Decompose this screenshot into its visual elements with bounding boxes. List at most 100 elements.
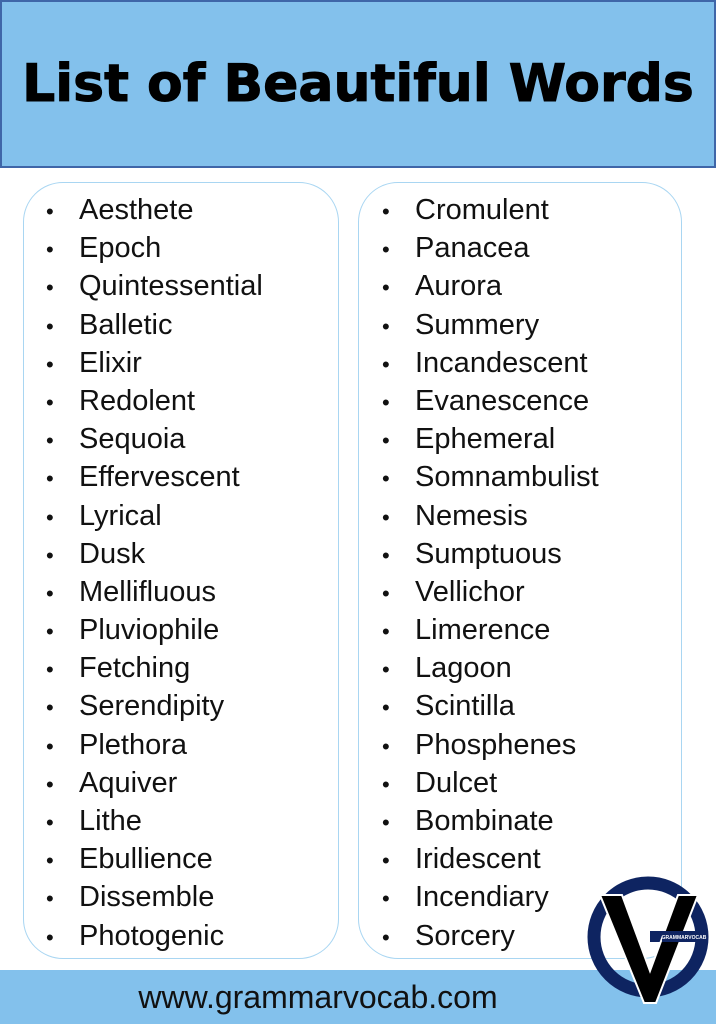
word: Fetching: [79, 652, 191, 685]
list-item: • Dulcet: [382, 764, 599, 802]
bullet-icon: •: [46, 542, 54, 568]
page-title: List of Beautiful Words: [22, 54, 695, 115]
bullet-icon: •: [46, 848, 54, 874]
word: Dulcet: [415, 766, 498, 799]
bullet-icon: •: [46, 275, 54, 301]
word: Vellichor: [415, 575, 525, 608]
word: Dusk: [79, 537, 146, 570]
bullet-icon: •: [382, 313, 390, 339]
word: Plethora: [79, 728, 188, 761]
word-list-left: • Aesthete • Epoch • Quintessential • Balletic •…: [23, 182, 339, 959]
list-item: • Cromulent: [382, 191, 599, 229]
bullet-icon: •: [382, 389, 390, 415]
list-item: • Limerence: [382, 611, 599, 649]
list-item: • Serendipity: [46, 687, 263, 725]
bullet-icon: •: [382, 351, 390, 377]
bullet-icon: •: [382, 237, 390, 263]
word: Serendipity: [79, 690, 225, 723]
word: Effervescent: [79, 461, 240, 494]
bullet-icon: •: [382, 542, 390, 568]
word: Lithe: [79, 805, 142, 837]
word: Summery: [415, 308, 540, 341]
bullet-icon: •: [46, 504, 54, 530]
bullet-icon: •: [46, 886, 54, 912]
word: Incendiary: [415, 881, 549, 914]
list-item: • Somnambulist: [382, 458, 599, 496]
word-list-right: • Cromulent • Panacea • Aurora • Summery • Incand…: [358, 182, 682, 959]
word: Epoch: [79, 232, 162, 265]
word: Limerence: [415, 614, 551, 647]
list-item: • Nemesis: [382, 497, 599, 535]
word: Aquiver: [79, 766, 178, 799]
word: Aesthete: [79, 194, 194, 226]
bullet-icon: •: [46, 466, 54, 492]
list-item: • Aesthete: [46, 191, 263, 229]
word: Ephemeral: [415, 423, 556, 456]
list-item: • Lithe: [46, 802, 263, 840]
bullet-icon: •: [46, 771, 54, 797]
word: Evanescence: [415, 384, 590, 417]
list-item: • Quintessential: [46, 267, 263, 305]
bullet-icon: •: [382, 848, 390, 874]
bullet-icon: •: [46, 657, 54, 683]
list-item: • Mellifluous: [46, 573, 263, 611]
bullet-icon: •: [382, 466, 390, 492]
bullet-icon: •: [382, 657, 390, 683]
bullet-icon: •: [46, 695, 54, 721]
list-item: • Incandescent: [382, 344, 599, 382]
word: Photogenic: [79, 919, 225, 952]
bullet-icon: •: [382, 695, 390, 721]
list-item: • Balletic: [46, 306, 263, 344]
list-item: • Plethora: [46, 726, 263, 764]
bullet-icon: •: [46, 351, 54, 377]
list-item: • Aurora: [382, 267, 599, 305]
list-item: • Pluviophile: [46, 611, 263, 649]
bullet-icon: •: [46, 199, 54, 224]
word: Quintessential: [79, 270, 263, 303]
bullet-icon: •: [46, 810, 54, 835]
word: Mellifluous: [79, 575, 216, 608]
bullet-icon: •: [382, 619, 390, 645]
grammarvocab-logo-icon: GRAMMARVOCAB: [587, 876, 709, 1004]
bullet-icon: •: [382, 199, 390, 224]
word: Sorcery: [415, 919, 515, 952]
title-banner: List of Beautiful Words: [0, 0, 716, 168]
word: Redolent: [79, 384, 196, 417]
word: Nemesis: [415, 499, 528, 532]
bullet-icon: •: [382, 504, 390, 530]
list-item: • Elixir: [46, 344, 263, 382]
list-item: • Sorcery: [382, 917, 599, 955]
bullet-icon: •: [382, 886, 390, 912]
bullet-icon: •: [382, 428, 390, 454]
word: Ebullience: [79, 843, 213, 876]
list-item: • Dissemble: [46, 878, 263, 916]
list-item: • Scintilla: [382, 687, 599, 725]
word: Aurora: [415, 270, 503, 303]
word-list: • Aesthete • Epoch • Quintessential • Balletic •…: [46, 191, 263, 955]
word: Iridescent: [415, 843, 541, 876]
list-item: • Sumptuous: [382, 535, 599, 573]
bullet-icon: •: [382, 580, 390, 606]
word: Bombinate: [415, 805, 554, 837]
website-link[interactable]: www.grammarvocab.com: [138, 979, 497, 1016]
word: Panacea: [415, 232, 530, 265]
list-item: • Vellichor: [382, 573, 599, 611]
list-item: • Fetching: [46, 649, 263, 687]
bullet-icon: •: [46, 619, 54, 645]
word: Dissemble: [79, 881, 215, 914]
list-item: • Photogenic: [46, 917, 263, 955]
list-item: • Dusk: [46, 535, 263, 573]
word: Lagoon: [415, 652, 512, 685]
bullet-icon: •: [46, 389, 54, 415]
bullet-icon: •: [382, 275, 390, 301]
bullet-icon: •: [46, 580, 54, 606]
bullet-icon: •: [46, 733, 54, 759]
list-item: • Iridescent: [382, 840, 599, 878]
word: Pluviophile: [79, 614, 220, 647]
list-item: • Incendiary: [382, 878, 599, 916]
list-item: • Summery: [382, 306, 599, 344]
word-list: • Cromulent • Panacea • Aurora • Summery • Incand…: [382, 191, 599, 955]
list-item: • Bombinate: [382, 802, 599, 840]
bullet-icon: •: [46, 428, 54, 454]
bullet-icon: •: [382, 733, 390, 759]
